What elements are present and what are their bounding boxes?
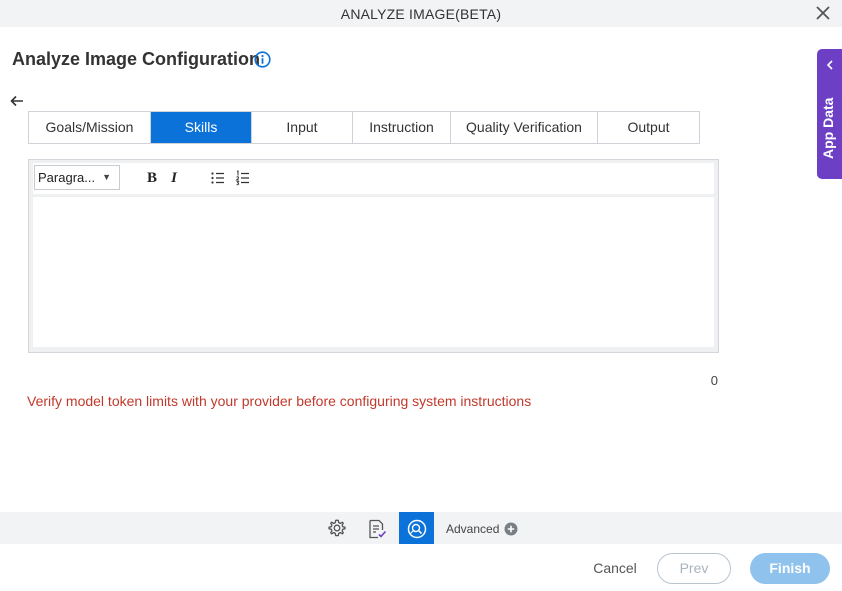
character-count: 0 [710, 373, 718, 388]
editor-content-area[interactable] [33, 197, 714, 347]
cancel-button[interactable]: Cancel [584, 553, 646, 584]
app-data-label: App Data [820, 97, 836, 159]
validation-button[interactable] [359, 512, 393, 544]
finish-button[interactable]: Finish [750, 553, 830, 584]
image-search-icon [407, 519, 427, 539]
rich-text-editor: Paragra... ▼ B I [28, 159, 719, 353]
config-tabs: Goals/Mission Skills Input Instruction Q… [28, 111, 700, 144]
token-limit-warning: Verify model token limits with your prov… [27, 393, 532, 409]
bullet-list-icon[interactable] [210, 170, 226, 186]
bold-button[interactable]: B [144, 170, 160, 186]
image-analysis-button[interactable] [399, 512, 434, 544]
settings-button[interactable] [320, 512, 354, 544]
tab-skills[interactable]: Skills [151, 112, 252, 143]
tab-input[interactable]: Input [252, 112, 353, 143]
window-title: ANALYZE IMAGE(BETA) [340, 6, 502, 22]
numbered-list-icon[interactable] [235, 170, 251, 186]
editor-toolbar: Paragra... ▼ B I [33, 163, 714, 194]
document-check-icon [369, 519, 387, 539]
italic-button[interactable]: I [166, 170, 182, 186]
app-data-panel-toggle[interactable]: App Data [817, 49, 842, 179]
chevron-left-icon [826, 60, 833, 70]
title-bar: ANALYZE IMAGE(BETA) [0, 0, 842, 27]
prev-button[interactable]: Prev [657, 553, 731, 584]
tab-goals-mission[interactable]: Goals/Mission [29, 112, 151, 143]
paragraph-format-select[interactable]: Paragra... ▼ [34, 165, 120, 190]
page-title: Analyze Image Configuration [12, 49, 261, 69]
settings-gear-icon [328, 519, 346, 537]
advanced-toggle[interactable]: Advanced [446, 522, 499, 536]
paragraph-format-value: Paragra... [38, 170, 96, 185]
tab-quality-verification[interactable]: Quality Verification [451, 112, 598, 143]
tab-instruction[interactable]: Instruction [353, 112, 451, 143]
close-icon[interactable] [815, 5, 831, 21]
tab-output[interactable]: Output [598, 112, 699, 143]
footer-toolbar: Advanced [0, 512, 842, 544]
info-icon[interactable] [254, 51, 271, 68]
plus-circle-icon[interactable] [504, 522, 518, 536]
dropdown-caret-icon: ▼ [102, 172, 111, 182]
back-arrow-icon[interactable] [9, 93, 25, 109]
